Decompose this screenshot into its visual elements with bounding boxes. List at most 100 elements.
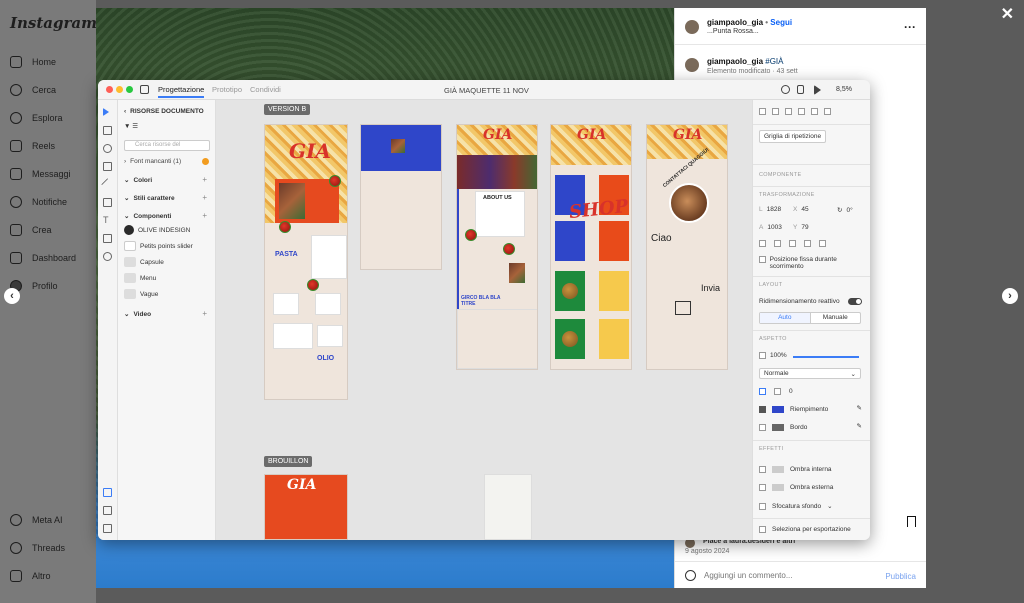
flip-horizontal-icon[interactable] xyxy=(759,240,766,247)
fill-row[interactable]: Riempimento xyxy=(759,406,828,413)
nav-meta-ai[interactable]: Meta AI xyxy=(10,514,63,526)
nav-messages[interactable]: Messaggi xyxy=(10,168,71,180)
bg-blur-row[interactable]: Sfocatura sfondo ⌄ xyxy=(759,502,833,510)
close-icon[interactable]: ✕ xyxy=(1001,4,1014,24)
tab-prototype[interactable]: Prototipo xyxy=(212,85,242,94)
play-icon[interactable] xyxy=(814,85,821,95)
component-item[interactable]: Vague xyxy=(124,289,158,299)
nav-reels[interactable]: Reels xyxy=(10,140,55,152)
polygon-tool-icon[interactable] xyxy=(103,162,112,171)
opacity-field[interactable]: 100% xyxy=(759,352,787,359)
tab-design[interactable]: Progettazione xyxy=(158,85,205,98)
drop-shadow-row[interactable]: Ombra esterna xyxy=(759,484,833,491)
assets-search-input[interactable]: Cerca risorse del xyxy=(124,140,210,151)
author-avatar[interactable] xyxy=(685,20,699,34)
artboard-contact[interactable]: GIA CONTATTACI QUAGGIÙ! Ciao Invia xyxy=(646,124,728,370)
publish-button[interactable]: Pubblica xyxy=(885,572,916,581)
caption-hashtag[interactable]: #GIÀ xyxy=(765,57,783,66)
artboard-menu[interactable] xyxy=(360,124,442,270)
component-item[interactable]: Petits points slider xyxy=(124,241,193,251)
add-component-button[interactable]: + xyxy=(202,211,207,220)
width-value[interactable]: 1828 xyxy=(767,206,781,213)
corner-uniform-icon[interactable] xyxy=(759,388,766,395)
inner-shadow-checkbox[interactable] xyxy=(759,466,766,473)
back-chevron-icon[interactable]: ‹ xyxy=(124,108,126,115)
width-field[interactable]: L 1828 xyxy=(759,206,781,213)
height-field[interactable]: A 1003 xyxy=(759,224,782,231)
nav-home[interactable]: Home xyxy=(10,56,56,68)
text-tool-icon[interactable]: T xyxy=(103,216,112,225)
inner-shadow-row[interactable]: Ombra interna xyxy=(759,466,832,473)
zoom-tool-icon[interactable] xyxy=(103,252,112,261)
line-tool-icon[interactable] xyxy=(101,178,114,191)
add-color-button[interactable]: + xyxy=(202,175,207,184)
export-checkbox[interactable] xyxy=(759,526,766,533)
prev-post-button[interactable]: ‹ xyxy=(4,288,20,304)
caption-avatar[interactable] xyxy=(685,58,699,72)
fill-swatch[interactable] xyxy=(772,406,784,413)
comment-placeholder[interactable]: Aggiungi un commento... xyxy=(704,571,793,580)
minimize-window-button[interactable] xyxy=(116,86,123,93)
align-top-icon[interactable] xyxy=(798,108,805,115)
artboard-group-label[interactable]: VERSION B xyxy=(264,104,311,115)
document-title[interactable]: GIÀ MAQUETTE 11 NOV xyxy=(444,86,529,95)
component-item[interactable]: Capsule xyxy=(124,257,164,267)
grid-icon[interactable] xyxy=(819,240,826,247)
distribute-h-icon[interactable] xyxy=(789,240,796,247)
colors-section[interactable]: ⌄ Colori xyxy=(124,176,152,185)
add-char-style-button[interactable]: + xyxy=(202,193,207,202)
artboard-group-label[interactable]: BROUILLON xyxy=(264,456,313,467)
pen-tool-icon[interactable] xyxy=(103,198,112,207)
home-icon[interactable] xyxy=(140,85,149,94)
eyedropper-icon[interactable]: ✎ xyxy=(857,404,862,412)
fixed-position-option[interactable]: Posizione fissa durante scorrimento xyxy=(759,256,865,270)
border-row[interactable]: Bordo xyxy=(759,424,807,431)
fill-checkbox[interactable] xyxy=(759,406,766,413)
plugins-panel-icon[interactable] xyxy=(103,524,112,533)
fixed-position-checkbox[interactable] xyxy=(759,256,766,263)
nav-more[interactable]: Altro xyxy=(10,570,51,582)
author-username[interactable]: giampaolo_gia xyxy=(707,18,763,27)
artboard-draft[interactable]: GIA xyxy=(264,474,348,540)
zoom-level[interactable]: 8,5% xyxy=(836,86,852,93)
corner-radius-value[interactable]: 0 xyxy=(789,388,793,395)
auto-option[interactable]: Auto xyxy=(760,313,811,323)
artboard-shop[interactable]: GIA SHOP xyxy=(550,124,632,370)
artboard-about[interactable]: GIA ABOUT US GIRCO BLA BLA TITRE xyxy=(456,124,538,370)
nav-threads[interactable]: Threads xyxy=(10,542,65,554)
component-item[interactable]: Menu xyxy=(124,273,156,283)
components-section[interactable]: ⌄ Componenti xyxy=(124,212,171,221)
border-checkbox[interactable] xyxy=(759,424,766,431)
next-post-button[interactable]: › xyxy=(1002,288,1018,304)
corner-individual-icon[interactable] xyxy=(774,388,781,395)
filter-icon[interactable]: ▼ ☰ xyxy=(124,122,138,130)
manual-option[interactable]: Manuale xyxy=(811,313,861,323)
caption-username[interactable]: giampaolo_gia xyxy=(707,57,763,66)
tab-share[interactable]: Condividi xyxy=(250,85,281,94)
user-icon[interactable] xyxy=(781,85,790,94)
rotation-value[interactable]: 0° xyxy=(846,207,852,214)
bookmark-icon[interactable] xyxy=(907,516,916,527)
emoji-icon[interactable] xyxy=(685,570,696,581)
height-value[interactable]: 1003 xyxy=(767,224,781,231)
video-section[interactable]: ⌄ Video xyxy=(124,310,151,319)
align-center-icon[interactable] xyxy=(772,108,779,115)
drop-shadow-checkbox[interactable] xyxy=(759,484,766,491)
align-right-icon[interactable] xyxy=(785,108,792,115)
repeat-grid-button[interactable]: Griglia di ripetizione xyxy=(759,130,827,143)
eyedropper-icon[interactable]: ✎ xyxy=(857,422,862,430)
nav-dashboard[interactable]: Dashboard xyxy=(10,252,76,264)
maximize-window-button[interactable] xyxy=(126,86,133,93)
export-row[interactable]: Seleziona per esportazione xyxy=(759,526,851,533)
opacity-value[interactable]: 100% xyxy=(770,352,787,359)
select-tool-icon[interactable] xyxy=(103,108,109,116)
y-field[interactable]: Y 79 xyxy=(793,224,809,231)
post-location[interactable]: ...Punta Rossa... xyxy=(707,28,759,35)
nav-explore[interactable]: Esplora xyxy=(10,112,63,124)
align-bottom-icon[interactable] xyxy=(824,108,831,115)
mobile-preview-icon[interactable] xyxy=(797,85,804,94)
assets-panel-icon[interactable] xyxy=(103,488,112,497)
responsive-toggle[interactable] xyxy=(848,298,862,305)
rectangle-tool-icon[interactable] xyxy=(103,126,112,135)
more-options-icon[interactable]: ··· xyxy=(904,20,916,34)
